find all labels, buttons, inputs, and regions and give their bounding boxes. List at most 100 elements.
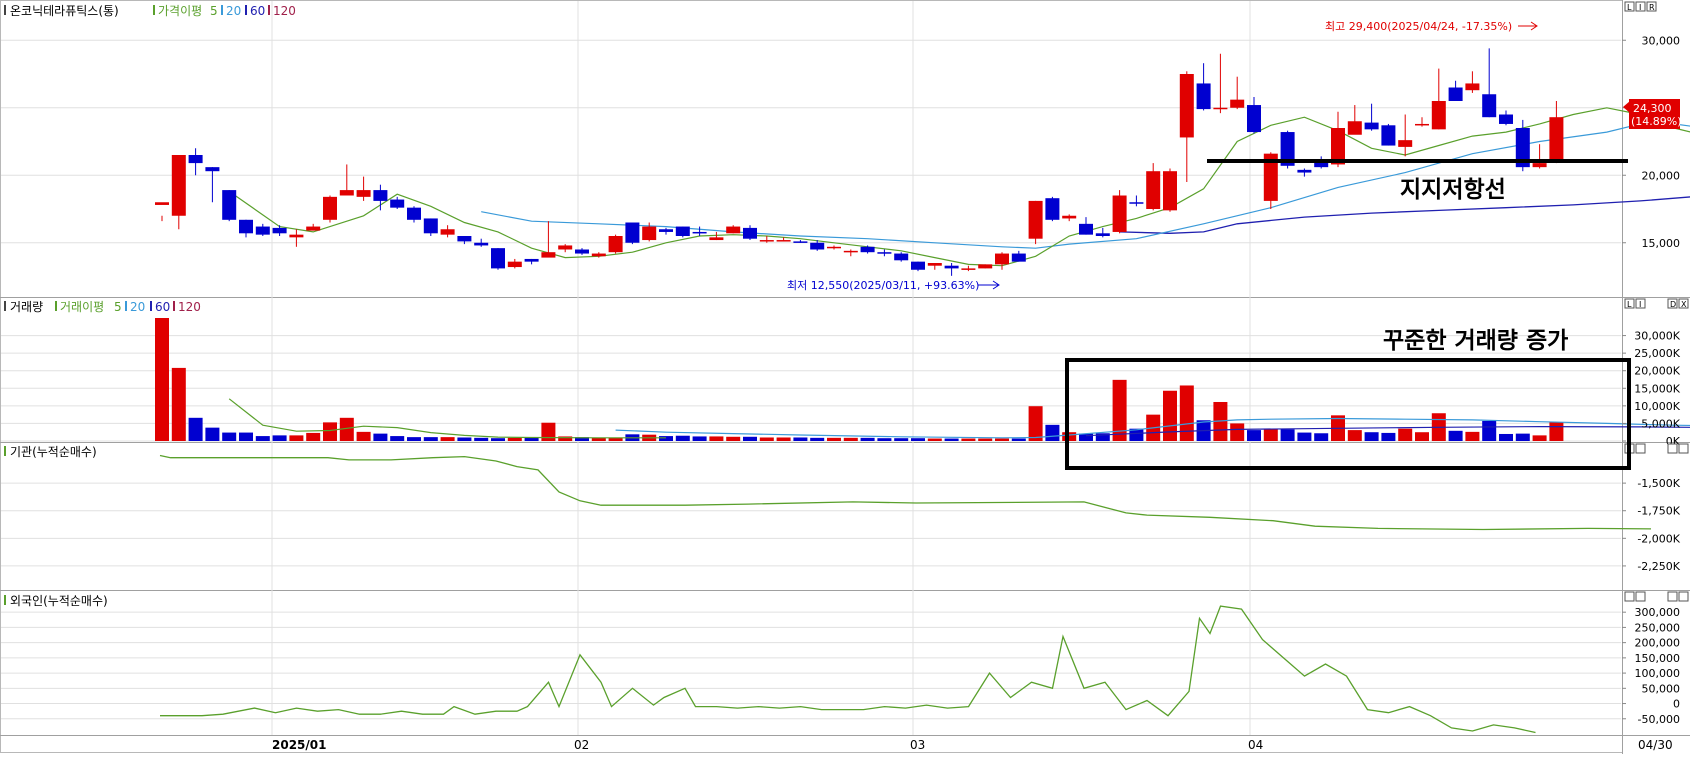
volume-bar [675,435,690,441]
volume-bar [726,436,741,441]
volume-bar [1163,390,1177,441]
volume-bar [1011,438,1026,441]
price-panel-buttons[interactable]: L I R [1624,1,1657,12]
x-label-feb: 02 [574,738,589,752]
candle-body [1112,195,1127,232]
candle-body [1045,198,1060,220]
volume-bar [440,437,455,441]
volume-bar [1179,385,1194,441]
candle-body [1297,169,1312,173]
vol-ma20-label: 20 [130,300,145,314]
institution-panel-buttons[interactable] [1624,443,1689,454]
candle-body [793,241,808,243]
volume-bar [709,436,724,441]
volume-bar [1062,432,1077,441]
candle-body [961,268,976,270]
candle-body [860,246,875,253]
volume-bar [524,437,539,441]
y-tick-label: 100,000 [1635,667,1681,680]
candle-body [356,190,371,197]
candle-body [776,240,791,242]
candle-body [911,261,925,270]
ma120-label: 120 [273,4,296,18]
volume-bar [222,432,237,441]
current-price-tag: 24,300 (14.89%) [1623,99,1682,129]
candle-body [1499,114,1513,124]
candle-body [188,155,203,164]
candle-body [171,155,186,216]
candle-body [457,236,472,242]
y-tick-label: 200,000 [1635,637,1681,650]
ma20-label: 20 [226,4,241,18]
foreign-legend: 외국인(누적순매수) [4,594,108,608]
candle-body [205,167,220,172]
svg-text:D: D [1670,300,1676,309]
candle-body [843,250,858,253]
volume-bar [1532,435,1547,441]
svg-text:(14.89%): (14.89%) [1631,115,1682,128]
volume-bar [1499,433,1513,441]
volume-bar [860,437,875,441]
volume-bar [1398,428,1413,441]
candle-body [625,222,640,243]
candle-body [1415,123,1429,126]
volume-bar [877,438,892,441]
candle-body [1364,122,1379,130]
y-tick-label: 300,000 [1635,606,1681,619]
candle-body [1028,200,1043,239]
volume-bar [155,318,169,441]
candle-body [507,261,522,268]
stock-chart-window: 15,00020,00025,00030,0000K5,000K10,000K1… [0,0,1690,754]
candle-body [659,229,673,232]
volume-bar [1230,423,1245,441]
foreign-title: 외국인(누적순매수) [10,594,108,608]
volume-bar [776,437,791,441]
ma60-label: 60 [250,4,265,18]
y-tick-label: -50,000 [1638,713,1680,726]
low-price-note: 최저 12,550(2025/03/11, +93.63%) [787,279,1000,292]
vol-ma60-label: 60 [155,300,170,314]
candle-body [1482,94,1497,118]
volume-bar [491,438,505,441]
chart-canvas[interactable]: 15,00020,00025,00030,0000K5,000K10,000K1… [0,0,1690,754]
candle-body [373,190,388,201]
candle-body [692,231,707,234]
volume-bar [827,437,841,441]
candle-body [1247,105,1261,133]
candle-body [743,227,757,239]
svg-text:X: X [1681,300,1687,309]
volume-bar [1045,424,1060,441]
y-tick-label: 30,000K [1634,330,1680,343]
volume-bar [373,433,388,441]
candle-body [1213,107,1228,110]
candle-body [944,265,959,269]
candle-body [591,253,606,257]
candle-body [1431,101,1446,130]
candle-body [1532,163,1547,168]
y-tick-label: 15,000 [1642,237,1681,250]
candle-body [255,226,270,235]
volume-bar [1280,429,1295,441]
candle-body [155,202,169,205]
volume-bar [911,438,925,441]
volume-bar [239,432,253,441]
volume-bar [961,438,976,441]
volume-ma-label: 거래이평 [60,300,104,314]
candle-body [524,258,539,262]
x-label-apr: 04 [1248,738,1263,752]
volume-panel-buttons[interactable]: L I D X [1624,298,1689,309]
y-tick-label: 20,000K [1634,365,1680,378]
svg-text:L: L [1627,300,1632,309]
candle-body [239,219,253,234]
high-price-note: 최고 29,400(2025/04/24, -17.35%) [1325,20,1538,33]
candle-body [575,249,589,254]
candle-body [1230,99,1245,108]
volume-bar [894,438,909,441]
svg-text:I: I [1639,3,1641,12]
candle-body [608,236,623,253]
candle-body [541,252,556,258]
vol-ma5-label: 5 [114,300,122,314]
foreign-panel-buttons[interactable] [1624,591,1689,602]
svg-text:24,300: 24,300 [1633,102,1672,115]
volume-bar [1415,432,1429,441]
